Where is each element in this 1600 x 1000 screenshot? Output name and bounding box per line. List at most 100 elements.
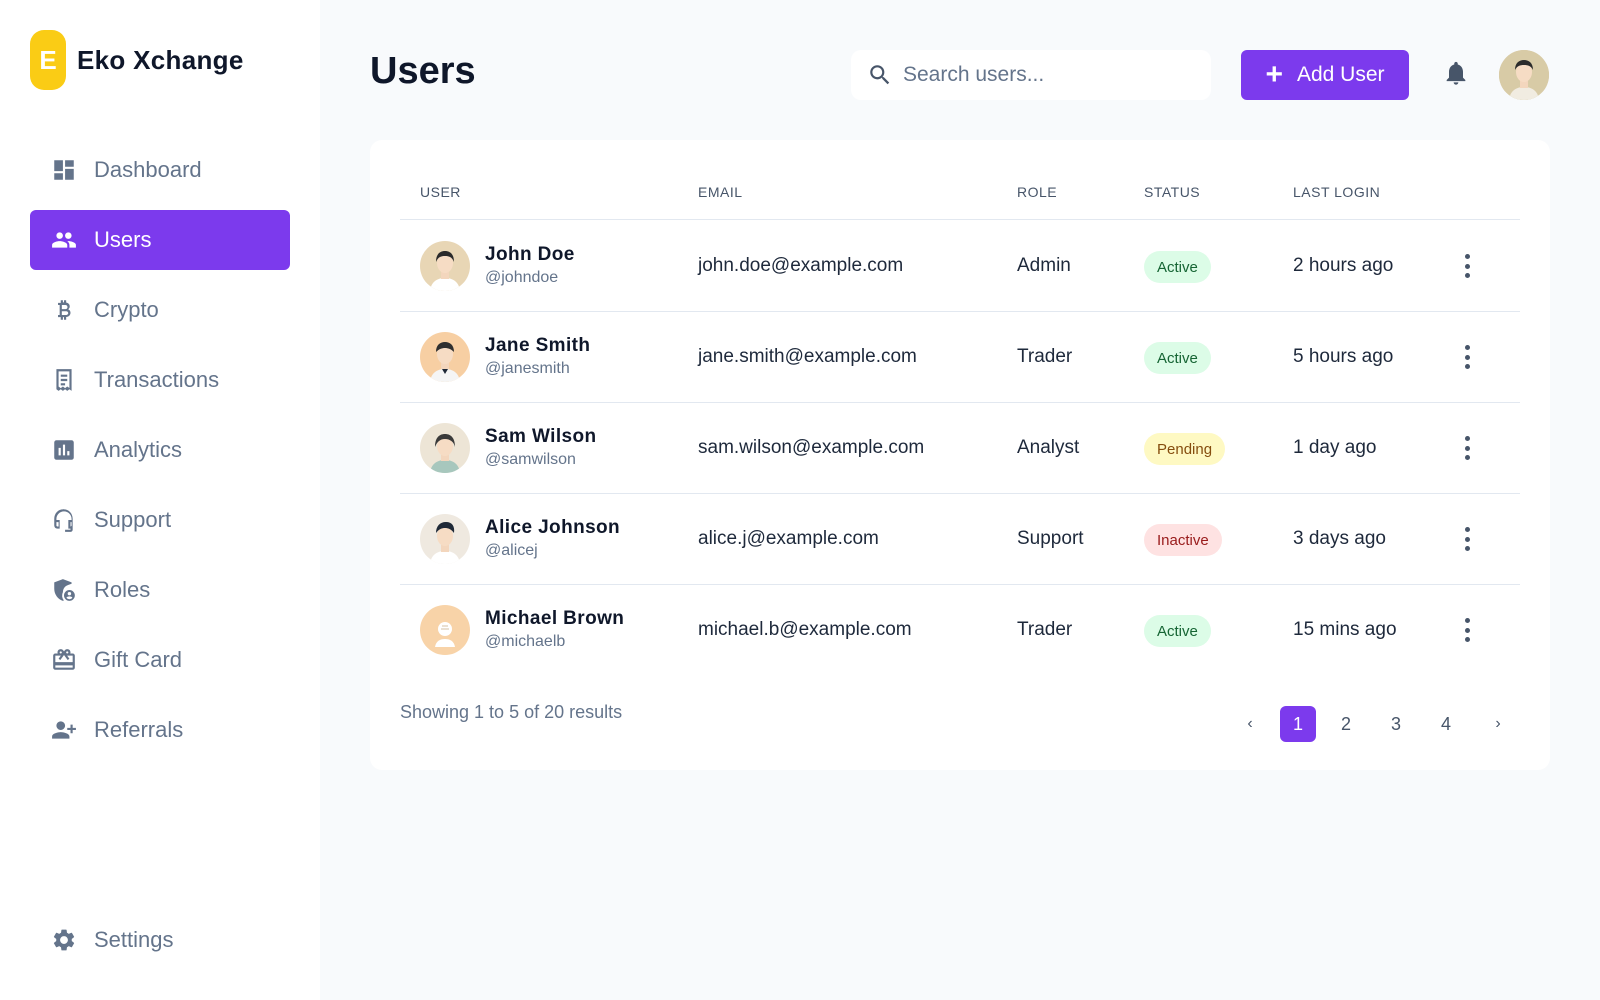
sidebar: E Eko Xchange Dashboard Users Crypto Tra…	[0, 0, 320, 1000]
sidebar-item-label: Support	[94, 507, 172, 532]
column-header-user[interactable]: USER	[420, 184, 461, 200]
user-email: john.doe@example.com	[698, 255, 904, 276]
sidebar-item-label: Crypto	[94, 297, 159, 322]
user-name: Sam Wilson	[485, 426, 597, 447]
sidebar-item-transactions[interactable]: Transactions	[30, 350, 290, 410]
users-icon	[50, 226, 78, 254]
sidebar-item-label: Analytics	[94, 437, 183, 462]
table-row[interactable]: Alice Johnson @alicej alice.j@example.co…	[400, 494, 1520, 585]
user-role: Support	[1017, 528, 1084, 549]
brand[interactable]: E Eko Xchange	[30, 30, 244, 90]
sidebar-item-label: Users	[94, 227, 152, 252]
sidebar-item-gift-card[interactable]: Gift Card	[30, 630, 290, 690]
sidebar-item-label: Settings	[94, 927, 174, 952]
more-options-icon[interactable]	[1460, 251, 1474, 281]
page-title: Users	[370, 50, 476, 92]
shield-user-icon	[50, 576, 78, 604]
sidebar-item-users[interactable]: Users	[30, 210, 290, 270]
user-email: sam.wilson@example.com	[698, 437, 925, 458]
sidebar-item-support[interactable]: Support	[30, 490, 290, 550]
status-badge: Pending	[1144, 433, 1226, 465]
gear-icon	[50, 926, 78, 954]
user-plus-icon	[50, 716, 78, 744]
user-role: Analyst	[1017, 437, 1080, 458]
headset-icon	[50, 506, 78, 534]
search-box[interactable]	[851, 50, 1211, 100]
gift-card-icon	[50, 646, 78, 674]
user-name: Alice Johnson	[485, 517, 621, 538]
last-login: 15 mins ago	[1293, 619, 1397, 640]
user-handle: @johndoe	[485, 269, 559, 286]
last-login: 1 day ago	[1293, 437, 1377, 458]
table-row[interactable]: Sam Wilson @samwilson sam.wilson@example…	[400, 403, 1520, 494]
add-user-label: Add User	[1296, 63, 1385, 86]
table-row[interactable]: Michael Brown @michaelb michael.b@exampl…	[400, 585, 1520, 676]
bar-chart-icon	[50, 436, 78, 464]
user-email: michael.b@example.com	[698, 619, 912, 640]
add-user-button[interactable]: + Add User	[1241, 50, 1409, 100]
table-row[interactable]: John Doe @johndoe john.doe@example.com A…	[400, 221, 1520, 312]
avatar	[420, 514, 470, 564]
sidebar-item-dashboard[interactable]: Dashboard	[30, 140, 290, 200]
sidebar-item-label: Gift Card	[94, 647, 183, 672]
user-handle: @michaelb	[485, 633, 566, 650]
column-header-role[interactable]: ROLE	[1017, 184, 1057, 200]
page-button-1[interactable]: 1	[1280, 706, 1316, 742]
user-name: Jane Smith	[485, 335, 591, 356]
avatar	[420, 605, 470, 655]
sidebar-item-label: Roles	[94, 577, 151, 602]
user-role: Admin	[1017, 255, 1071, 276]
user-email: jane.smith@example.com	[698, 346, 917, 367]
column-header-last-login[interactable]: LAST LOGIN	[1293, 184, 1380, 200]
plus-icon: +	[1265, 58, 1283, 91]
sidebar-item-referrals[interactable]: Referrals	[30, 700, 290, 760]
notifications-button[interactable]	[1441, 56, 1471, 90]
page-button-3[interactable]: 3	[1378, 706, 1414, 742]
last-login: 3 days ago	[1293, 528, 1386, 549]
status-badge: Active	[1144, 251, 1211, 283]
column-header-email[interactable]: EMAIL	[698, 184, 743, 200]
avatar	[420, 241, 470, 291]
last-login: 2 hours ago	[1293, 255, 1394, 276]
sidebar-nav: Dashboard Users Crypto Transactions Anal…	[30, 140, 290, 770]
sidebar-item-label: Referrals	[94, 717, 184, 742]
sidebar-item-crypto[interactable]: Crypto	[30, 280, 290, 340]
user-role: Trader	[1017, 346, 1073, 367]
receipt-icon	[50, 366, 78, 394]
user-name: Michael Brown	[485, 608, 625, 629]
prev-page-button[interactable]: ‹	[1232, 706, 1268, 742]
user-name: John Doe	[485, 244, 575, 265]
users-table-card: USER EMAIL ROLE STATUS LAST LOGIN John D…	[370, 140, 1550, 770]
results-summary: Showing 1 to 5 of 20 results	[400, 702, 623, 722]
sidebar-item-settings[interactable]: Settings	[30, 910, 290, 970]
search-icon	[870, 65, 890, 85]
profile-avatar[interactable]	[1499, 50, 1549, 100]
page-button-2[interactable]: 2	[1328, 706, 1364, 742]
table-row[interactable]: Jane Smith @janesmith jane.smith@example…	[400, 312, 1520, 403]
search-input[interactable]	[903, 63, 1193, 87]
user-role: Trader	[1017, 619, 1073, 640]
bitcoin-icon	[50, 296, 78, 324]
sidebar-item-label: Transactions	[94, 367, 220, 392]
brand-logo: E	[30, 30, 66, 90]
status-badge: Inactive	[1144, 524, 1222, 556]
avatar-image	[1499, 50, 1549, 100]
more-options-icon[interactable]	[1460, 524, 1474, 554]
pagination: ‹ 1 2 3 4 ›	[1232, 706, 1520, 742]
avatar	[420, 332, 470, 382]
sidebar-item-analytics[interactable]: Analytics	[30, 420, 290, 480]
next-page-button[interactable]: ›	[1480, 706, 1516, 742]
table-header: USER EMAIL ROLE STATUS LAST LOGIN	[400, 140, 1520, 220]
brand-name: Eko Xchange	[77, 44, 244, 75]
column-header-status[interactable]: STATUS	[1144, 184, 1200, 200]
more-options-icon[interactable]	[1460, 433, 1474, 463]
user-handle: @alicej	[485, 542, 538, 559]
user-email: alice.j@example.com	[698, 528, 879, 549]
sidebar-item-roles[interactable]: Roles	[30, 560, 290, 620]
user-handle: @samwilson	[485, 451, 576, 468]
more-options-icon[interactable]	[1460, 615, 1474, 645]
user-handle: @janesmith	[485, 360, 570, 377]
status-badge: Active	[1144, 615, 1211, 647]
page-button-4[interactable]: 4	[1428, 706, 1464, 742]
more-options-icon[interactable]	[1460, 342, 1474, 372]
